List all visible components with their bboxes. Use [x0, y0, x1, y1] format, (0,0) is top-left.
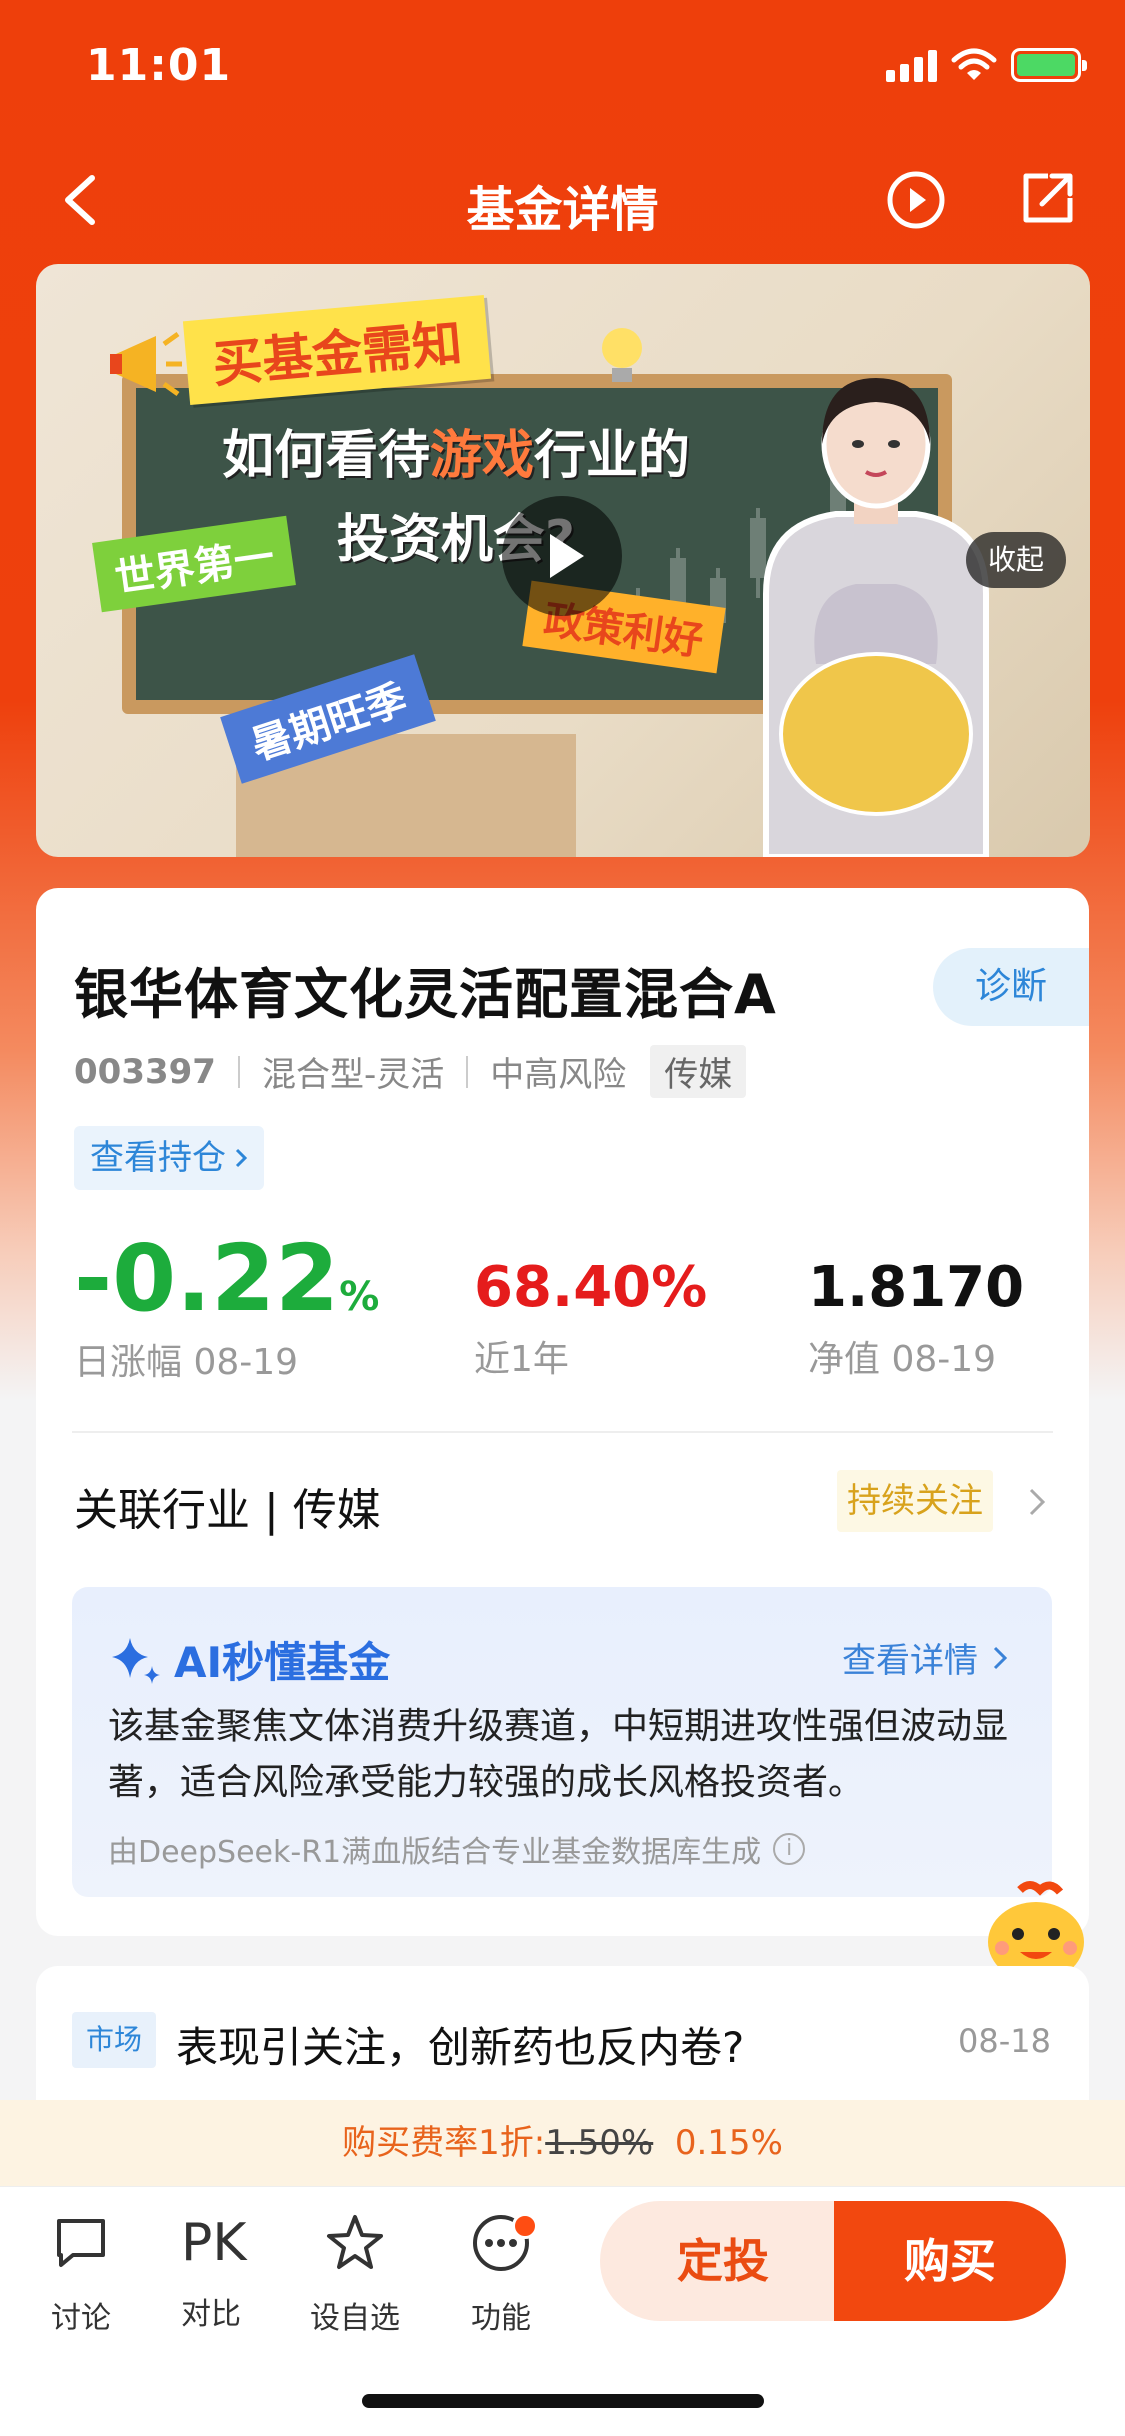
news-headline: 表现引关注，创新药也反内卷?: [176, 2023, 745, 2072]
fund-risk: 中高风险: [490, 1055, 627, 1095]
chat-bubble-icon: [57, 2219, 105, 2267]
star-icon: [327, 2215, 383, 2269]
fund-type: 混合型-灵活: [261, 1055, 445, 1095]
news-tag: 市场: [72, 2012, 157, 2068]
discuss-button[interactable]: 讨论: [26, 2211, 136, 2337]
ai-title: AI秒懂基金: [108, 1629, 390, 1690]
divider: [72, 1431, 1053, 1433]
year-return-label: 近1年: [474, 1339, 569, 1380]
play-circle-icon[interactable]: [886, 170, 946, 230]
fund-card: 银华体育文化灵活配置混合A 诊断 003397 混合型-灵活 中高风险 传媒 查…: [36, 888, 1089, 1583]
news-date: 08-18: [958, 2022, 1051, 2060]
view-holdings-label: 查看持仓: [90, 1138, 226, 1178]
compare-button[interactable]: PK 对比: [156, 2211, 266, 2333]
ai-summary-card[interactable]: AI秒懂基金 查看详情 该基金聚焦文体消费升级赛道，中短期进攻性强但波动显著，适…: [72, 1587, 1052, 1897]
cellular-signal-icon: [886, 48, 937, 82]
functions-button[interactable]: 功能: [446, 2211, 556, 2337]
fund-name: 银华体育文化灵活配置混合A: [74, 963, 777, 1026]
status-icons: [886, 48, 1087, 82]
daily-change-label: 日涨幅 08-19: [74, 1342, 299, 1383]
ai-source: 由DeepSeek-R1满血版结合专业基金数据库生成 i: [108, 1827, 806, 1871]
nav-bar: 基金详情: [0, 150, 1125, 250]
chevron-right-icon: [235, 1148, 248, 1168]
year-return-value: 68.40%: [474, 1255, 708, 1320]
fund-code: 003397: [74, 1051, 216, 1092]
follow-badge[interactable]: 持续关注: [837, 1470, 993, 1532]
battery-icon: [1011, 48, 1087, 82]
status-time: 11:01: [86, 40, 232, 91]
meta-divider: [237, 1055, 240, 1088]
megaphone-icon: [110, 331, 182, 397]
ai-description: 该基金聚焦文体消费升级赛道，中短期进攻性强但波动显著，适合风险承受能力较强的成长…: [108, 1706, 1009, 1803]
meta-divider: [466, 1055, 469, 1088]
add-watchlist-button[interactable]: 设自选: [300, 2211, 410, 2337]
nav-value-label: 净值 08-19: [808, 1339, 997, 1380]
buy-button[interactable]: 购买: [834, 2201, 1066, 2321]
ai-card-wrapper: AI秒懂基金 查看详情 该基金聚焦文体消费升级赛道，中短期进攻性强但波动显著，适…: [36, 1583, 1089, 1936]
wifi-icon: [951, 48, 997, 80]
chevron-right-icon[interactable]: [1023, 1484, 1051, 1520]
home-indicator: [362, 2394, 764, 2408]
fee-old: 1.50%: [545, 2123, 654, 2163]
status-bar: 11:01: [0, 0, 1125, 132]
fee-banner: 购买费率1折:1.50% 0.15%: [0, 2100, 1125, 2186]
fund-meta: 003397 混合型-灵活 中高风险 传媒: [74, 1045, 747, 1098]
nav-value: 1.8170: [808, 1255, 1025, 1320]
year-return-stat: 68.40% 近1年: [474, 1260, 707, 1382]
sip-button[interactable]: 定投: [600, 2201, 846, 2321]
related-industry[interactable]: 关联行业 | 传媒: [74, 1474, 381, 1538]
notification-dot: [512, 2213, 538, 2239]
share-icon[interactable]: [1018, 168, 1078, 228]
info-icon[interactable]: i: [773, 1833, 806, 1865]
lightbulb-icon: [602, 328, 642, 382]
collapse-button[interactable]: 收起: [965, 532, 1066, 588]
sparkle-icon: [112, 1637, 160, 1684]
fee-new: 0.15%: [674, 2123, 783, 2163]
video-banner[interactable]: 买基金需知 如何看待游戏行业的 投资机会? 世界第一 政策利好 暑期旺季 收起: [36, 264, 1090, 857]
video-play-button[interactable]: [502, 496, 622, 616]
view-holdings-button[interactable]: 查看持仓: [74, 1126, 264, 1190]
nav-value-stat: 1.8170 净值 08-19: [808, 1260, 1024, 1382]
presenter-image: [763, 378, 989, 857]
ai-more-link[interactable]: 查看详情: [842, 1633, 1008, 1682]
chevron-right-icon: [993, 1646, 1008, 1669]
pk-icon: PK: [181, 2213, 247, 2273]
daily-change-stat: -0.22% 日涨幅 08-19: [74, 1233, 379, 1385]
sector-chip[interactable]: 传媒: [650, 1045, 747, 1098]
page-title: 基金详情: [466, 182, 659, 238]
diagnose-button[interactable]: 诊断: [933, 948, 1089, 1026]
daily-change-value: -0.22%: [74, 1225, 380, 1332]
